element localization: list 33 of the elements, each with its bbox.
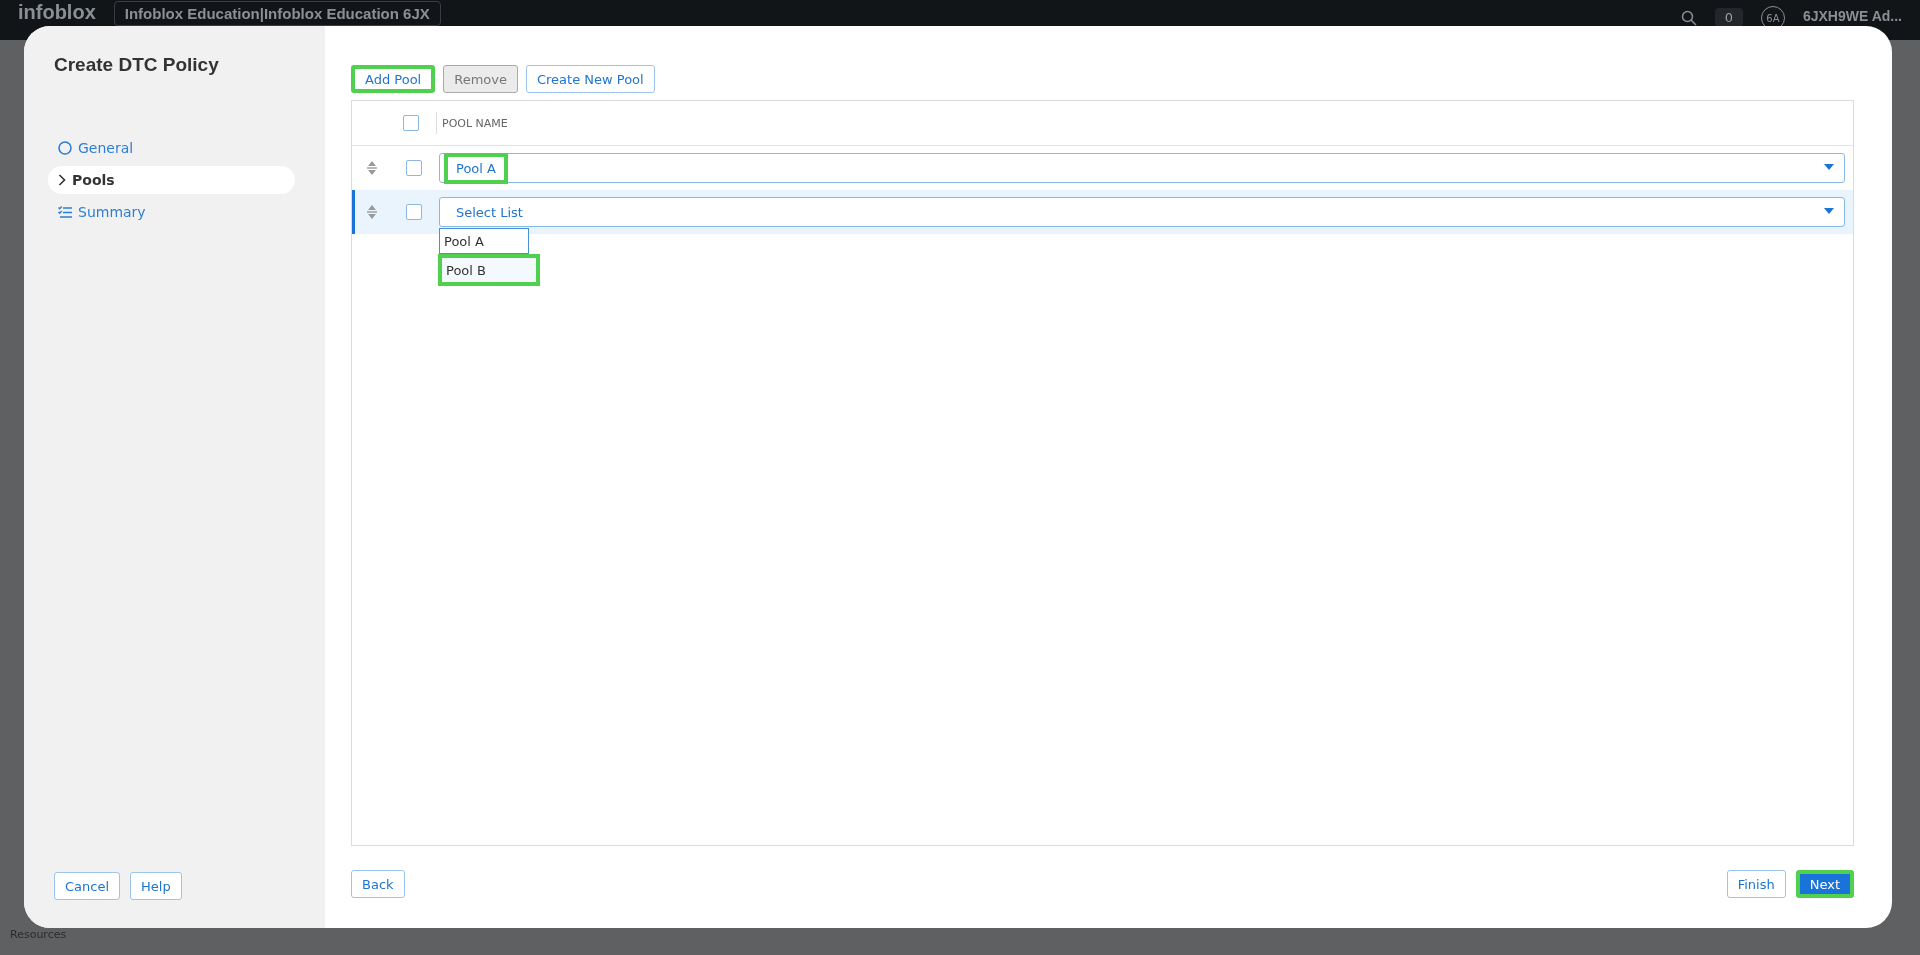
checkbox[interactable]: [403, 115, 419, 131]
checkbox[interactable]: [406, 160, 422, 176]
dialog-button[interactable]: Finish: [1726, 870, 1786, 898]
wizard-step[interactable]: General: [48, 134, 295, 162]
drag-handle-icon[interactable]: [367, 205, 377, 219]
dialog-button[interactable]: Help: [130, 872, 182, 900]
user-menu[interactable]: 6JXH9WE Ad...: [1802, 8, 1902, 24]
dialog-title: Create DTC Policy: [54, 54, 220, 76]
notification-count[interactable]: 0: [1714, 8, 1743, 27]
wizard-step[interactable]: Summary: [48, 198, 295, 226]
dialog-button[interactable]: Cancel: [54, 872, 121, 900]
wizard-step[interactable]: Pools: [48, 166, 295, 194]
dialog-button[interactable]: Back: [351, 870, 405, 898]
pool-select[interactable]: Select List: [439, 197, 1845, 227]
dropdown-option[interactable]: Pool B: [438, 254, 540, 286]
circle-icon: [58, 141, 72, 155]
table-row[interactable]: Pool A: [352, 146, 1853, 190]
column-header[interactable]: POOL NAME: [436, 112, 1853, 134]
checklist-icon: [58, 206, 72, 218]
search-icon[interactable]: [1680, 10, 1697, 26]
dialog-button[interactable]: Create New Pool: [525, 65, 655, 93]
caret-icon: [1824, 208, 1834, 214]
dropdown-option[interactable]: Pool A: [439, 228, 529, 254]
chevron-icon: [58, 174, 66, 186]
dialog-button[interactable]: Add Pool: [351, 65, 436, 93]
account-selector[interactable]: Infoblox Education|Infoblox Education 6JX: [113, 1, 441, 26]
next-button[interactable]: Next: [1795, 870, 1854, 898]
pool-select[interactable]: Pool A: [439, 153, 1845, 183]
logo[interactable]: infoblox: [18, 1, 96, 24]
drag-handle-icon[interactable]: [367, 161, 377, 175]
checkbox[interactable]: [406, 204, 422, 220]
table-row[interactable]: Select List: [352, 190, 1853, 234]
caret-icon: [1824, 164, 1834, 170]
